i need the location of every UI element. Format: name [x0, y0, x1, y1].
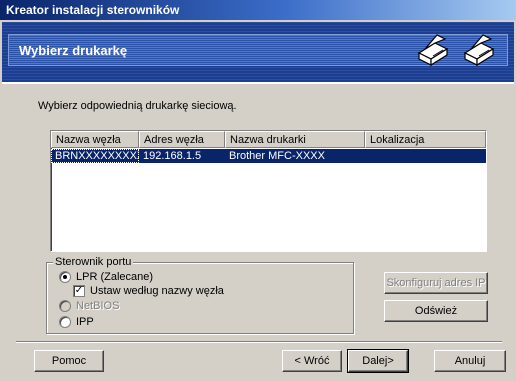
netbios-radio-option: NetBIOS: [59, 300, 119, 312]
printer-icon: [417, 34, 449, 67]
port-driver-label: Sterownik portu: [53, 256, 134, 268]
port-driver-group: Sterownik portu LPR (Zalecane) ✓ Ustaw w…: [46, 256, 354, 334]
banner-title: Wybierz drukarkę: [19, 43, 128, 58]
node-name-checkbox[interactable]: ✓: [73, 285, 85, 297]
back-button[interactable]: < Wróć: [282, 350, 342, 372]
row-location: [365, 149, 486, 163]
list-header: Nazwa węzła Adres węzła Nazwa drukarki L…: [51, 131, 486, 148]
printer-list[interactable]: Nazwa węzła Adres węzła Nazwa drukarki L…: [50, 130, 487, 252]
table-row[interactable]: BRNXXXXXXXXX 192.168.1.5 Brother MFC-XXX…: [51, 149, 486, 163]
ipp-radio[interactable]: [59, 316, 71, 328]
netbios-label: NetBIOS: [76, 300, 120, 312]
column-header-location[interactable]: Lokalizacja: [365, 131, 486, 148]
row-node-name: BRNXXXXXXXXX: [51, 149, 139, 163]
banner-panel: Wybierz drukarkę: [8, 34, 508, 67]
instruction-text: Wybierz odpowiednią drukarkę sieciową.: [38, 100, 237, 112]
ipp-label: IPP: [76, 316, 94, 328]
configure-ip-button[interactable]: Skonfiguruj adres IP: [384, 272, 488, 294]
cancel-button[interactable]: Anuluj: [434, 350, 506, 372]
lpr-radio-option[interactable]: LPR (Zalecane): [59, 271, 153, 283]
column-header-node-name[interactable]: Nazwa węzła: [51, 131, 139, 148]
printer-icon: [463, 34, 495, 67]
lpr-radio[interactable]: [59, 271, 71, 283]
window-title: Kreator instalacji sterowników: [0, 0, 516, 20]
netbios-radio: [59, 300, 71, 312]
column-header-node-address[interactable]: Adres węzła: [139, 131, 225, 148]
header-banner: Wybierz drukarkę: [2, 22, 514, 84]
lpr-label: LPR (Zalecane): [76, 271, 154, 283]
installer-window: Kreator instalacji sterowników Wybierz d…: [0, 0, 516, 381]
help-button[interactable]: Pomoc: [34, 350, 104, 372]
footer-divider: [16, 341, 502, 343]
column-header-printer-name[interactable]: Nazwa drukarki: [225, 131, 365, 148]
ipp-radio-option[interactable]: IPP: [59, 316, 94, 328]
next-button[interactable]: Dalej>: [347, 349, 409, 373]
node-name-checkbox-option[interactable]: ✓ Ustaw według nazwy węzła: [73, 285, 224, 297]
node-name-label: Ustaw według nazwy węzła: [90, 285, 224, 297]
refresh-button[interactable]: Odśwież: [384, 300, 488, 322]
row-printer-name: Brother MFC-XXXX: [225, 149, 365, 163]
row-node-address: 192.168.1.5: [139, 149, 225, 163]
